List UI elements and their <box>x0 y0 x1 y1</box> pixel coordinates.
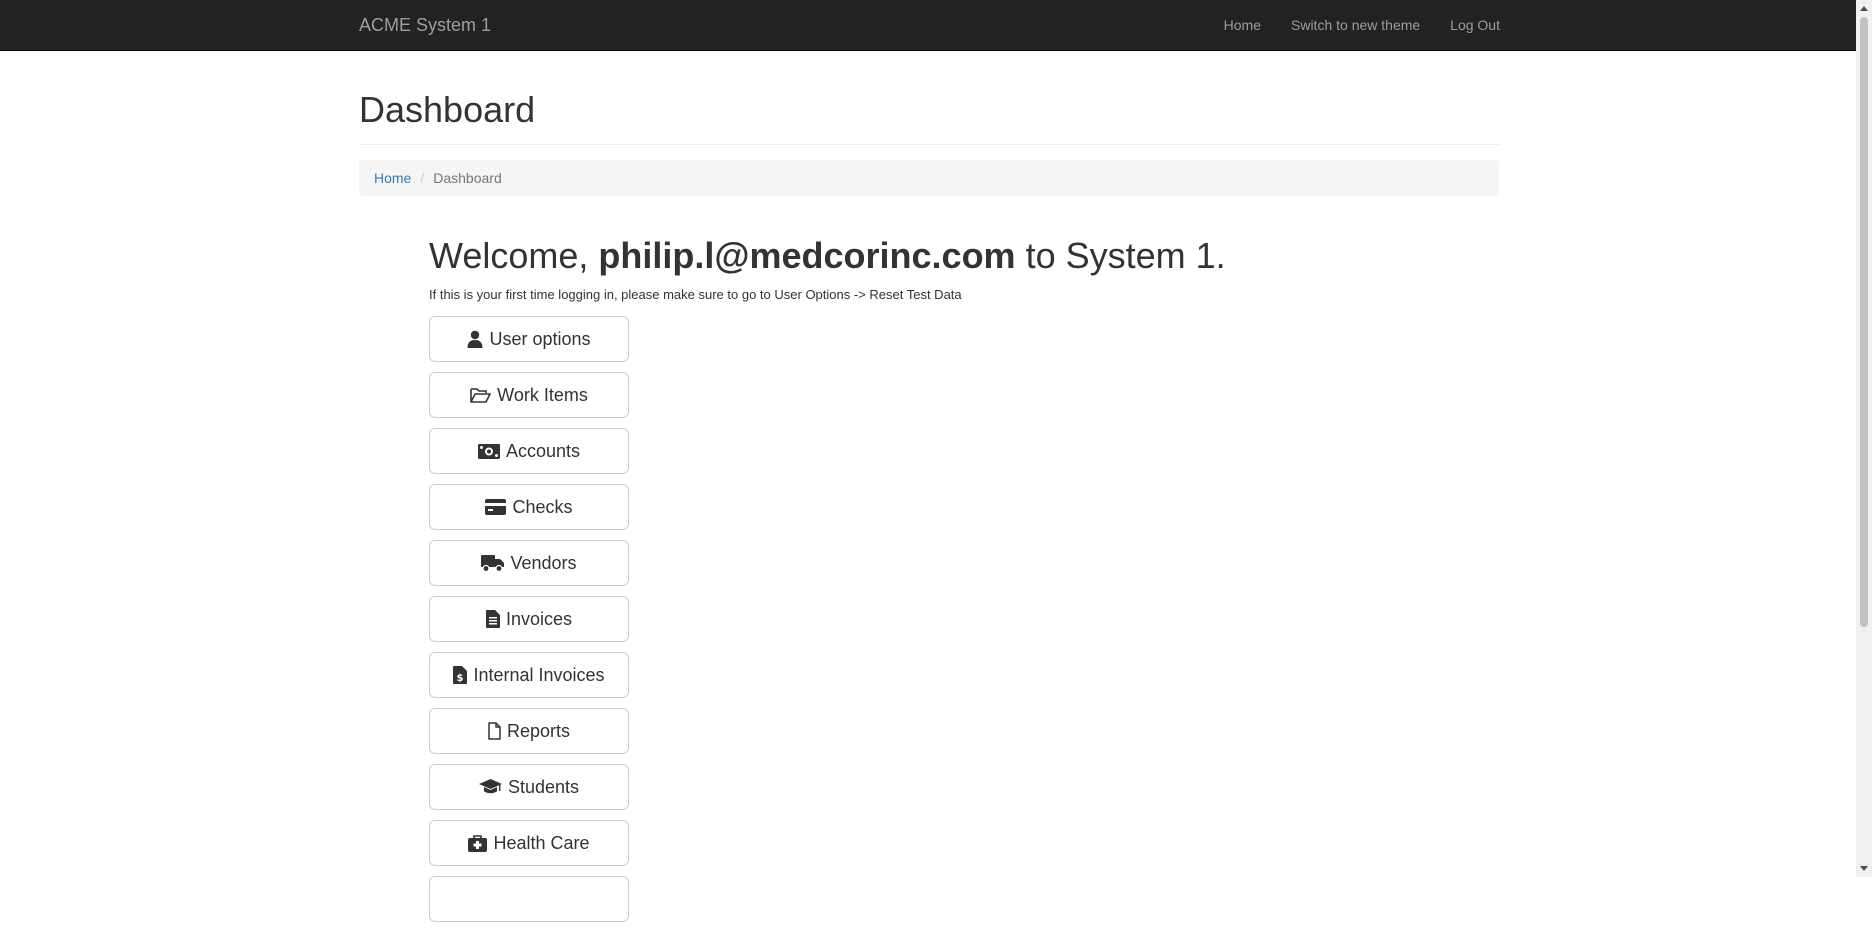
work-items-button[interactable]: Work Items <box>429 372 629 418</box>
file-invoice-dollar-icon: $ <box>453 666 468 684</box>
page-header: Dashboard <box>359 86 1499 145</box>
accounts-label: Accounts <box>505 440 581 461</box>
breadcrumb-separator: / <box>420 170 425 186</box>
breadcrumb: Home / Dashboard <box>359 160 1499 196</box>
accounts-button[interactable]: Accounts <box>429 428 629 474</box>
breadcrumb-home-link[interactable]: Home <box>374 170 411 186</box>
next-dashboard-button[interactable] <box>429 876 629 922</box>
reports-button[interactable]: Reports <box>429 708 629 754</box>
user-icon <box>467 330 483 348</box>
health-care-label: Health Care <box>493 832 590 853</box>
file-text-icon <box>485 610 500 628</box>
breadcrumb-current: Dashboard <box>433 170 502 186</box>
checks-label: Checks <box>512 496 573 517</box>
nav-home-link[interactable]: Home <box>1224 15 1261 35</box>
truck-icon <box>481 554 505 572</box>
money-icon <box>477 443 500 459</box>
top-navbar: ACME System 1 Home Switch to new theme L… <box>0 0 1856 51</box>
folder-open-icon <box>470 387 491 403</box>
graduation-cap-icon <box>478 779 502 795</box>
brand-link[interactable]: ACME System 1 <box>359 13 491 37</box>
vendors-label: Vendors <box>510 552 577 573</box>
internal-invoices-button[interactable]: $ Internal Invoices <box>429 652 629 698</box>
welcome-username: philip.l@medcorinc.com <box>598 235 1016 276</box>
user-options-button[interactable]: User options <box>429 316 629 362</box>
work-items-label: Work Items <box>497 384 588 405</box>
reports-label: Reports <box>506 720 571 741</box>
invoices-label: Invoices <box>505 608 573 629</box>
welcome-heading: Welcome, philip.l@medcorinc.com to Syste… <box>429 233 1226 279</box>
internal-invoices-label: Internal Invoices <box>473 664 605 685</box>
invoices-button[interactable]: Invoices <box>429 596 629 642</box>
nav-logout-link[interactable]: Log Out <box>1450 15 1500 35</box>
nav-switch-theme-link[interactable]: Switch to new theme <box>1291 15 1420 35</box>
welcome-prefix: Welcome, <box>429 235 589 276</box>
dashboard-button-list: User options Work Items Accounts Checks … <box>429 316 629 932</box>
students-label: Students <box>507 776 580 797</box>
svg-text:$: $ <box>457 673 464 684</box>
credit-card-icon <box>485 499 507 515</box>
scroll-up-arrow-icon[interactable] <box>1860 6 1868 11</box>
first-login-hint: If this is your first time logging in, p… <box>429 287 962 302</box>
page-scrollbar[interactable] <box>1856 0 1872 877</box>
health-care-button[interactable]: Health Care <box>429 820 629 866</box>
checks-button[interactable]: Checks <box>429 484 629 530</box>
file-icon <box>488 722 501 740</box>
vendors-button[interactable]: Vendors <box>429 540 629 586</box>
welcome-suffix: to System 1. <box>1025 235 1226 276</box>
page-title: Dashboard <box>359 89 536 130</box>
medkit-icon <box>468 834 488 852</box>
scroll-down-arrow-icon[interactable] <box>1860 866 1868 871</box>
students-button[interactable]: Students <box>429 764 629 810</box>
scrollbar-thumb[interactable] <box>1860 17 1868 627</box>
navbar-links: Home Switch to new theme Log Out <box>1194 0 1500 50</box>
user-options-label: User options <box>489 328 591 349</box>
